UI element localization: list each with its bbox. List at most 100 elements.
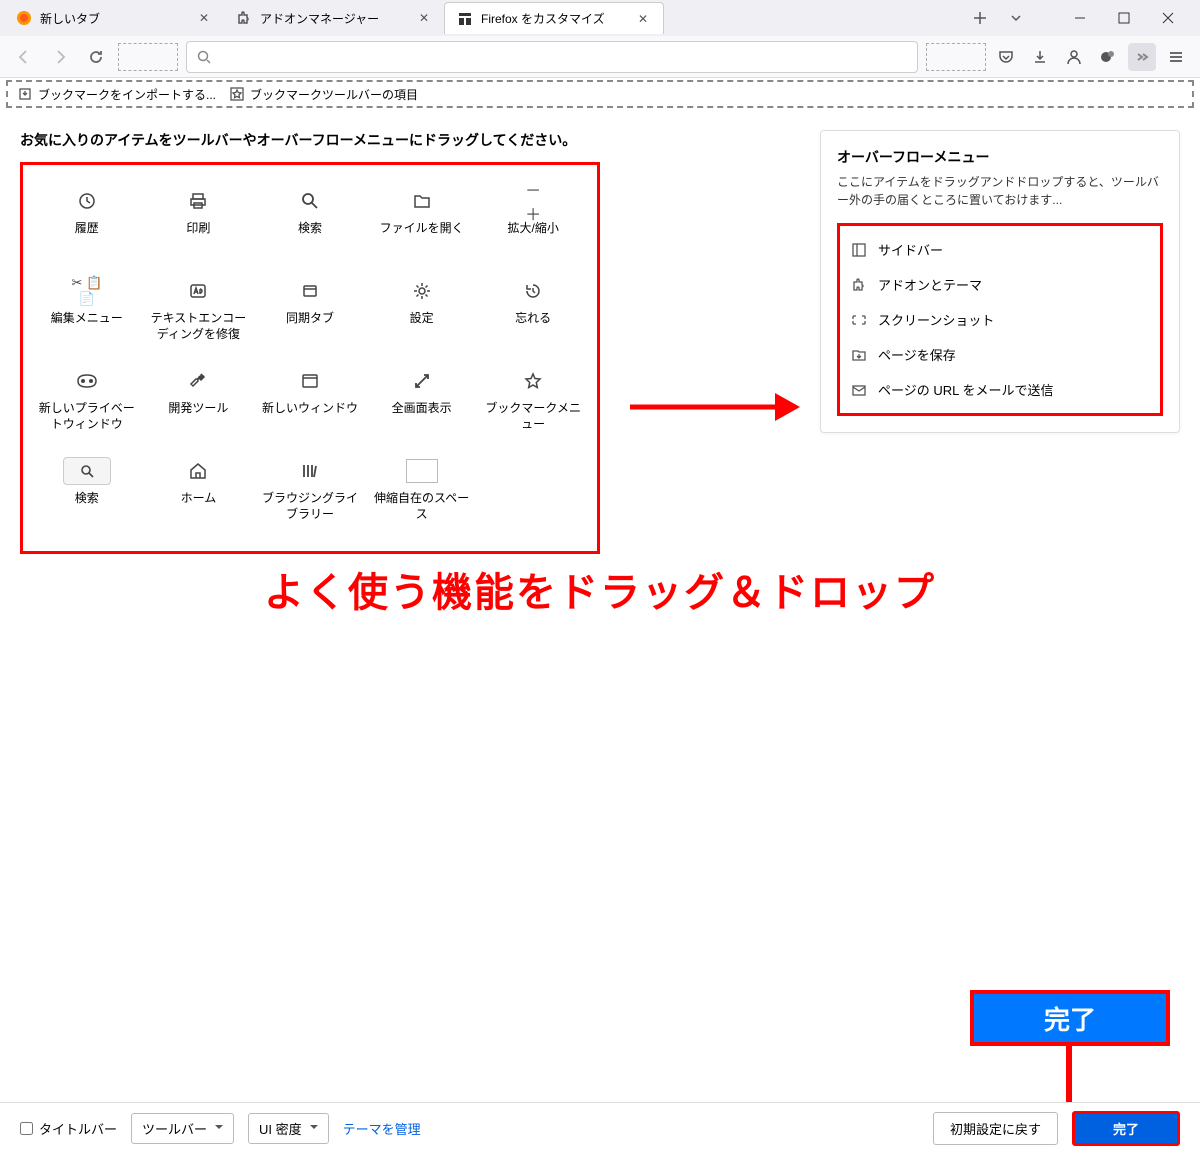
url-bar[interactable] bbox=[186, 41, 918, 73]
forward-button[interactable] bbox=[46, 43, 74, 71]
density-select[interactable]: UI 密度 bbox=[248, 1113, 329, 1144]
account-button[interactable] bbox=[1060, 43, 1088, 71]
palette-item-fullscreen[interactable]: 全画面表示 bbox=[366, 363, 478, 443]
overflow-item-addons[interactable]: アドオンとテーマ bbox=[844, 267, 1156, 302]
palette-item-label: ブラウジングライブラリー bbox=[260, 491, 360, 522]
toolbars-label: ツールバー bbox=[142, 1119, 207, 1138]
reload-button[interactable] bbox=[82, 43, 110, 71]
close-window-button[interactable] bbox=[1148, 4, 1188, 32]
overflow-item-label: ページの URL をメールで送信 bbox=[878, 380, 1054, 399]
palette-item-library[interactable]: ブラウジングライブラリー bbox=[254, 453, 366, 533]
tab-title: アドオンマネージャー bbox=[260, 10, 408, 27]
back-button[interactable] bbox=[10, 43, 38, 71]
palette-item-bookmark-menu[interactable]: ブックマークメニュー bbox=[477, 363, 589, 443]
palette-item-open-file[interactable]: ファイルを開く bbox=[366, 183, 478, 263]
palette-item-zoom[interactable]: － ＋拡大/縮小 bbox=[477, 183, 589, 263]
palette-item-history[interactable]: 履歴 bbox=[31, 183, 143, 263]
library-icon bbox=[294, 457, 326, 485]
titlebar-checkbox-input[interactable] bbox=[20, 1122, 33, 1135]
close-icon[interactable]: ✕ bbox=[416, 10, 432, 26]
palette-item-search-box[interactable]: 検索 bbox=[31, 453, 143, 533]
downloads-button[interactable] bbox=[1026, 43, 1054, 71]
tab-new[interactable]: 新しいタブ ✕ bbox=[4, 2, 224, 34]
import-icon bbox=[18, 87, 32, 101]
pocket-button[interactable] bbox=[992, 43, 1020, 71]
palette-item-label: 開発ツール bbox=[168, 401, 228, 417]
tab-dropdown-button[interactable] bbox=[1004, 6, 1028, 30]
tab-addons[interactable]: アドオンマネージャー ✕ bbox=[224, 2, 444, 34]
restore-defaults-button[interactable]: 初期設定に戻す bbox=[933, 1112, 1058, 1145]
palette-item-label: 設定 bbox=[410, 311, 434, 327]
palette-item-label: 同期タブ bbox=[286, 311, 334, 327]
forget-icon bbox=[517, 277, 549, 305]
overflow-description: ここにアイテムをドラッグアンドドロップすると、ツールバー外の手の届くところに置い… bbox=[837, 173, 1163, 209]
density-label: UI 密度 bbox=[259, 1119, 302, 1138]
annotation-connector bbox=[1066, 1046, 1072, 1102]
overflow-button[interactable] bbox=[1128, 43, 1156, 71]
annotation-text: よく使う機能をドラッグ＆ドロップ bbox=[100, 560, 1100, 618]
settings-icon bbox=[406, 277, 438, 305]
palette-item-label: 編集メニュー bbox=[51, 311, 123, 327]
firefox-icon bbox=[16, 10, 32, 26]
titlebar-checkbox[interactable]: タイトルバー bbox=[20, 1119, 117, 1138]
manage-themes-link[interactable]: テーマを管理 bbox=[343, 1119, 421, 1138]
app-menu-button[interactable] bbox=[1162, 43, 1190, 71]
minimize-button[interactable] bbox=[1060, 4, 1100, 32]
overflow-item-label: スクリーンショット bbox=[878, 310, 994, 329]
close-icon[interactable]: ✕ bbox=[196, 10, 212, 26]
puzzle-icon bbox=[236, 10, 252, 26]
palette-item-label: 伸縮自在のスペース bbox=[372, 491, 472, 522]
open-file-icon bbox=[406, 187, 438, 215]
palette-item-private[interactable]: 新しいプライベートウィンドウ bbox=[31, 363, 143, 443]
annotation-arrow bbox=[630, 130, 800, 554]
palette-item-label: ファイルを開く bbox=[380, 221, 464, 237]
palette-item-label: 検索 bbox=[298, 221, 322, 237]
palette-item-forget[interactable]: 忘れる bbox=[477, 273, 589, 353]
palette-item-edit-menu[interactable]: ✂ 📋 📄編集メニュー bbox=[31, 273, 143, 353]
search-icon bbox=[197, 50, 211, 64]
palette-item-label: 新しいプライベートウィンドウ bbox=[37, 401, 137, 432]
overflow-title: オーバーフローメニュー bbox=[837, 147, 1163, 167]
overflow-menu-panel: オーバーフローメニュー ここにアイテムをドラッグアンドドロップすると、ツールバー… bbox=[820, 130, 1180, 433]
palette-item-search[interactable]: 検索 bbox=[254, 183, 366, 263]
tab-customize[interactable]: Firefox をカスタマイズ ✕ bbox=[444, 2, 664, 34]
maximize-button[interactable] bbox=[1104, 4, 1144, 32]
instruction-text: お気に入りのアイテムをツールバーやオーバーフローメニューにドラッグしてください。 bbox=[20, 130, 610, 150]
overflow-item-email-link[interactable]: ページの URL をメールで送信 bbox=[844, 372, 1156, 407]
overflow-item-screenshot[interactable]: スクリーンショット bbox=[844, 302, 1156, 337]
palette-item-home[interactable]: ホーム bbox=[143, 453, 255, 533]
toolbar-drop-slot[interactable] bbox=[926, 43, 986, 71]
import-bookmarks-label: ブックマークをインポートする... bbox=[38, 86, 216, 103]
overflow-item-sidebar[interactable]: サイドバー bbox=[844, 232, 1156, 267]
palette-item-new-window[interactable]: 新しいウィンドウ bbox=[254, 363, 366, 443]
overflow-item-save-page[interactable]: ページを保存 bbox=[844, 337, 1156, 372]
email-link-icon bbox=[850, 382, 868, 398]
home-icon bbox=[182, 457, 214, 485]
overflow-list[interactable]: サイドバーアドオンとテーマスクリーンショットページを保存ページの URL をメー… bbox=[837, 223, 1163, 416]
toolbars-select[interactable]: ツールバー bbox=[131, 1113, 234, 1144]
toolbar-drop-slot[interactable] bbox=[118, 43, 178, 71]
palette-item-flex-space[interactable]: 伸縮自在のスペース bbox=[366, 453, 478, 533]
flex-space-icon bbox=[406, 457, 438, 485]
private-icon bbox=[71, 367, 103, 395]
palette-item-sync-tab[interactable]: 同期タブ bbox=[254, 273, 366, 353]
palette-item-label: ブックマークメニュー bbox=[483, 401, 583, 432]
new-tab-button[interactable] bbox=[968, 6, 992, 30]
palette-item-devtools[interactable]: 開発ツール bbox=[143, 363, 255, 443]
bookmark-toolbar-items[interactable]: ブックマークツールバーの項目 bbox=[230, 86, 418, 103]
palette-item-label: 拡大/縮小 bbox=[508, 221, 559, 237]
annotation-done-button[interactable]: 完了 bbox=[970, 990, 1170, 1046]
bookmark-toolbar[interactable]: ブックマークをインポートする... ブックマークツールバーの項目 bbox=[6, 80, 1194, 108]
import-bookmarks-button[interactable]: ブックマークをインポートする... bbox=[18, 86, 216, 103]
palette-item-label: 検索 bbox=[75, 491, 99, 507]
palette-item-encoding[interactable]: テキストエンコーディングを修復 bbox=[143, 273, 255, 353]
sync-tab-icon bbox=[294, 277, 326, 305]
palette-item-print[interactable]: 印刷 bbox=[143, 183, 255, 263]
extension-button[interactable] bbox=[1094, 43, 1122, 71]
done-button[interactable]: 完了 bbox=[1072, 1111, 1180, 1146]
search-box-icon bbox=[63, 457, 111, 485]
nav-toolbar bbox=[0, 36, 1200, 78]
palette-item-settings[interactable]: 設定 bbox=[366, 273, 478, 353]
close-icon[interactable]: ✕ bbox=[635, 11, 651, 27]
tab-title: Firefox をカスタマイズ bbox=[481, 10, 627, 27]
